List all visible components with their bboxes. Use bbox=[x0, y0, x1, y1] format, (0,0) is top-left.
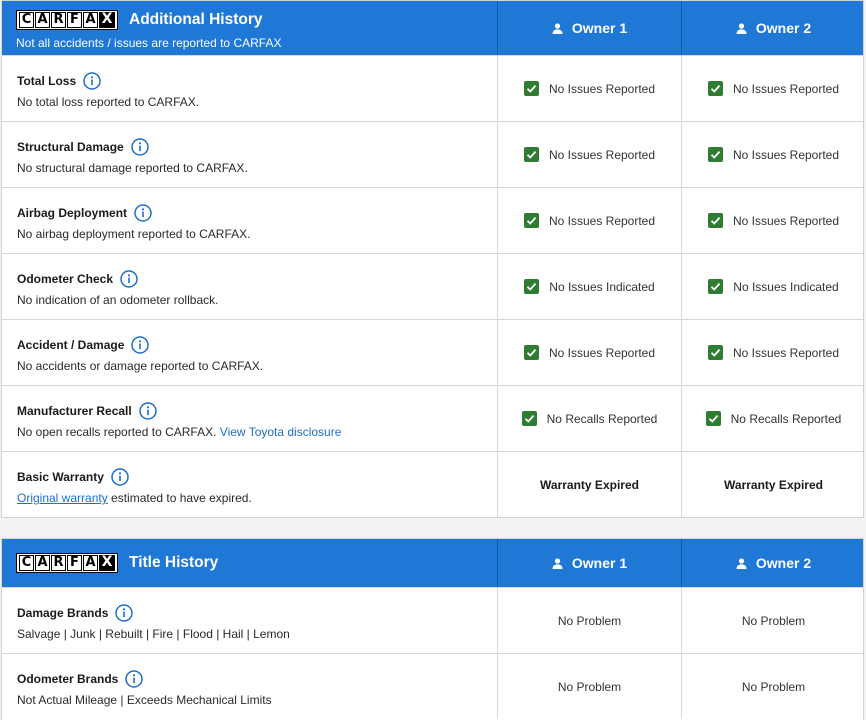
checkmark-icon bbox=[523, 81, 539, 96]
owner-1-status: No Issues Indicated bbox=[498, 254, 682, 319]
owner-1-status: No Issues Reported bbox=[498, 122, 682, 187]
row-title: Damage Brands bbox=[17, 606, 109, 620]
checkmark-icon bbox=[707, 345, 723, 360]
owner-2-header: Owner 2 bbox=[682, 1, 865, 55]
owner-1-status: No Recalls Reported bbox=[498, 386, 682, 451]
title-history-panel: CARFAX Title History Owner 1 Owner 2 Dam… bbox=[1, 538, 864, 720]
owner-2-status: Warranty Expired bbox=[724, 477, 823, 492]
info-icon[interactable] bbox=[115, 604, 134, 622]
checkmark-icon bbox=[523, 147, 539, 162]
info-icon[interactable] bbox=[120, 270, 138, 288]
carfax-logo: CARFAX bbox=[16, 553, 118, 573]
owner-2-status: No Recalls Reported bbox=[682, 386, 865, 451]
owner-1-status: No Problem bbox=[498, 588, 682, 653]
checkmark-icon bbox=[521, 411, 537, 426]
checkmark-icon bbox=[523, 213, 539, 228]
row-description: No structural damage reported to CARFAX. bbox=[17, 161, 248, 175]
owner-2-status: No Problem bbox=[741, 613, 806, 628]
history-row-odometer-check: Odometer Check No indication of an odome… bbox=[2, 253, 863, 319]
history-row-basic-warranty: Basic Warranty Original warranty estimat… bbox=[2, 451, 863, 517]
owner-2-header: Owner 2 bbox=[682, 539, 865, 587]
title-row-damage-brands: Damage Brands Salvage | Junk | Rebuilt |… bbox=[2, 587, 863, 653]
checkmark-icon bbox=[707, 147, 723, 162]
owner-1-status: Warranty Expired bbox=[498, 452, 682, 517]
history-row-airbag-deployment: Airbag Deployment No airbag deployment r… bbox=[2, 187, 863, 253]
info-icon[interactable] bbox=[83, 72, 101, 90]
additional-history-header: CARFAX Additional History Not all accide… bbox=[2, 1, 863, 55]
owner-1-status: No Issues Reported bbox=[498, 188, 682, 253]
owner-2-status: No Issues Reported bbox=[682, 188, 865, 253]
info-icon[interactable] bbox=[130, 138, 149, 156]
additional-history-panel: CARFAX Additional History Not all accide… bbox=[1, 0, 864, 518]
info-icon[interactable] bbox=[125, 670, 144, 688]
checkmark-icon bbox=[523, 345, 539, 360]
checkmark-icon bbox=[524, 279, 540, 294]
view-toyota-disclosure-link[interactable]: View Toyota disclosure bbox=[220, 425, 342, 439]
row-title: Structural Damage bbox=[17, 140, 124, 154]
history-row-total-loss: Total Loss No total loss reported to CAR… bbox=[2, 55, 863, 121]
row-description: Salvage | Junk | Rebuilt | Fire | Flood … bbox=[17, 627, 290, 641]
row-description: No open recalls reported to CARFAX. bbox=[17, 425, 217, 439]
history-row-manufacturer-recall: Manufacturer Recall No open recalls repo… bbox=[2, 385, 863, 451]
row-title: Odometer Check bbox=[17, 272, 114, 286]
person-icon bbox=[736, 22, 747, 34]
owner-2-status: No Problem bbox=[741, 679, 806, 694]
owner-1-status: No Issues Reported bbox=[498, 56, 682, 121]
row-title: Accident / Damage bbox=[17, 338, 125, 352]
owner-1-header: Owner 1 bbox=[498, 539, 682, 587]
owner-1-status: No Problem bbox=[498, 654, 682, 719]
row-title: Basic Warranty bbox=[17, 470, 104, 484]
row-title: Odometer Brands bbox=[17, 672, 119, 686]
original-warranty-link[interactable]: Original warranty bbox=[17, 491, 108, 505]
checkmark-icon bbox=[705, 411, 721, 426]
history-row-accident-damage: Accident / Damage No accidents or damage… bbox=[2, 319, 863, 385]
info-icon[interactable] bbox=[138, 402, 157, 420]
owner-2-status: No Issues Indicated bbox=[682, 254, 865, 319]
info-icon[interactable] bbox=[134, 204, 152, 222]
row-description: Not Actual Mileage | Exceeds Mechanical … bbox=[17, 693, 272, 707]
checkmark-icon bbox=[708, 279, 724, 294]
info-icon[interactable] bbox=[111, 468, 129, 486]
owner-2-status: No Issues Reported bbox=[682, 56, 865, 121]
carfax-logo: CARFAX bbox=[16, 10, 118, 30]
history-row-structural-damage: Structural Damage No structural damage r… bbox=[2, 121, 863, 187]
row-description: No accidents or damage reported to CARFA… bbox=[17, 359, 264, 373]
row-description: No total loss reported to CARFAX. bbox=[17, 95, 200, 109]
owner-1-status: No Issues Reported bbox=[498, 320, 682, 385]
owner-2-status: No Issues Reported bbox=[682, 320, 865, 385]
row-description: estimated to have expired. bbox=[111, 491, 252, 505]
section-title: Title History bbox=[129, 554, 219, 571]
section-title: Additional History bbox=[129, 11, 263, 28]
person-icon bbox=[736, 557, 747, 569]
row-title: Airbag Deployment bbox=[17, 206, 128, 220]
owner-1-header: Owner 1 bbox=[498, 1, 682, 55]
row-description: No airbag deployment reported to CARFAX. bbox=[17, 227, 251, 241]
info-icon[interactable] bbox=[131, 336, 150, 354]
section-subtitle: Not all accidents / issues are reported … bbox=[16, 36, 282, 50]
person-icon bbox=[552, 557, 563, 569]
owner-2-status: No Issues Reported bbox=[682, 122, 865, 187]
row-title: Manufacturer Recall bbox=[17, 404, 132, 418]
row-title: Total Loss bbox=[17, 74, 77, 88]
checkmark-icon bbox=[707, 81, 723, 96]
title-history-header: CARFAX Title History Owner 1 Owner 2 bbox=[2, 539, 863, 587]
checkmark-icon bbox=[707, 213, 723, 228]
person-icon bbox=[552, 22, 563, 34]
title-row-odometer-brands: Odometer Brands Not Actual Mileage | Exc… bbox=[2, 653, 863, 719]
row-description: No indication of an odometer rollback. bbox=[17, 293, 219, 307]
